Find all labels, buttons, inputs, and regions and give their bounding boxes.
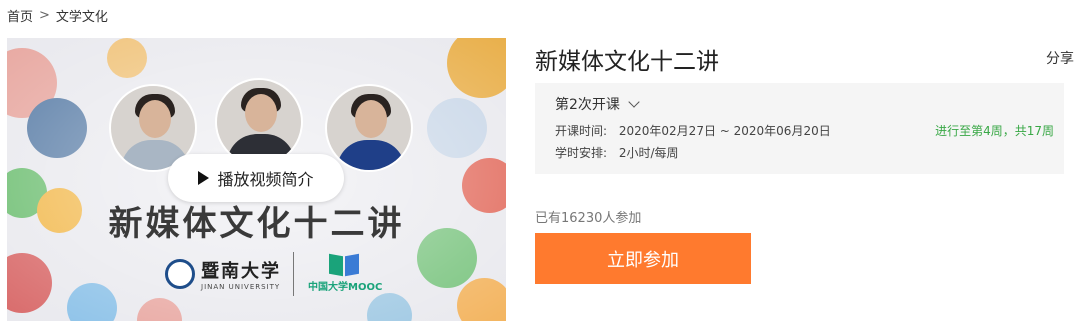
cover-logos: 暨南大学 JINAN UNIVERSITY 中国大学MOOC [165, 252, 382, 296]
session-panel: 第2次开课 开课时间: 2020年02月27日 ~ 2020年06月20日 学时… [535, 83, 1064, 174]
course-title: 新媒体文化十二讲 [535, 49, 719, 75]
play-video-label: 播放视频简介 [217, 170, 314, 189]
mooc-logo-icon [329, 253, 361, 277]
share-button[interactable]: 分享 [1046, 48, 1074, 68]
portrait-body [337, 140, 405, 170]
session-hours-value: 2小时/每周 [618, 146, 679, 160]
video-cover[interactable]: 播放视频简介 新媒体文化十二讲 暨南大学 JINAN UNIVERSITY 中国… [7, 38, 506, 321]
session-label: 第2次开课 [555, 97, 620, 113]
portrait-face [139, 100, 171, 138]
play-video-button[interactable]: 播放视频简介 [168, 154, 344, 202]
logo-divider [293, 252, 294, 296]
session-hours-label: 学时安排: [555, 146, 608, 160]
breadcrumb-home-link[interactable]: 首页 [7, 6, 33, 25]
portrait-face [355, 100, 387, 138]
university-name: 暨南大学 [201, 261, 281, 282]
breadcrumb: 首页 > 文学文化 [7, 6, 108, 25]
session-time-label: 开课时间: [555, 124, 608, 138]
portrait-face [245, 94, 277, 132]
enrolled-count: 已有16230人参加 [535, 211, 642, 226]
session-selector[interactable]: 第2次开课 [555, 94, 640, 114]
join-course-button[interactable]: 立即参加 [535, 233, 751, 284]
lecturer-portrait [215, 78, 303, 166]
session-time-value: 2020年02月27日 ~ 2020年06月20日 [618, 124, 831, 138]
cover-title: 新媒体文化十二讲 [108, 204, 405, 244]
platform-name: 中国大学MOOC [308, 282, 383, 293]
session-time-row: 开课时间: 2020年02月27日 ~ 2020年06月20日 [555, 122, 831, 139]
chevron-down-icon [628, 96, 640, 108]
session-progress-text: 进行至第4周，共17周 [935, 124, 1054, 138]
breadcrumb-category-link[interactable]: 文学文化 [56, 6, 108, 25]
breadcrumb-separator: > [39, 8, 50, 23]
session-hours-row: 学时安排: 2小时/每周 [555, 144, 679, 161]
play-icon [198, 171, 210, 185]
university-seal-icon [165, 259, 195, 289]
lecturer-portrait [325, 84, 413, 172]
platform-logo: 中国大学MOOC [308, 253, 383, 293]
university-en-name: JINAN UNIVERSITY [201, 283, 281, 291]
university-logo: 暨南大学 JINAN UNIVERSITY [201, 257, 281, 291]
